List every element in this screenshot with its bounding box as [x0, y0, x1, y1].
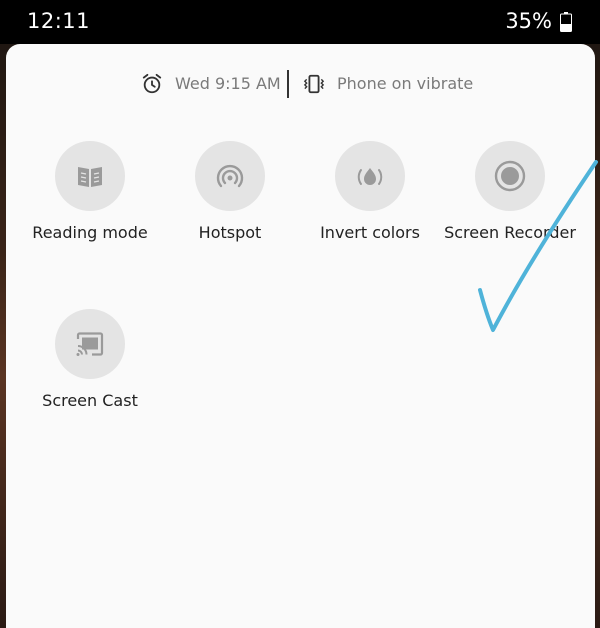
tile-label: Screen Cast [42, 391, 138, 410]
status-time: 12:11 [27, 9, 91, 33]
tile-reading-mode[interactable]: Reading mode [20, 141, 160, 261]
ringer-mode-text[interactable]: Phone on vibrate [337, 74, 473, 93]
vibrate-icon[interactable] [303, 73, 325, 95]
screen: 12:11 35% Wed 9:15 AM Phone on vibrate R… [0, 0, 600, 628]
tile-label: Reading mode [32, 223, 148, 242]
tile-label: Invert colors [320, 223, 420, 242]
quick-settings-panel: Wed 9:15 AM Phone on vibrate Reading mod… [6, 44, 595, 628]
tile-label: Screen Recorder [444, 223, 576, 242]
record-icon [494, 160, 526, 192]
info-divider [287, 70, 289, 98]
tile-reading-mode-button[interactable] [55, 141, 125, 211]
invert-colors-icon [357, 168, 383, 185]
tile-screen-cast-button[interactable] [55, 309, 125, 379]
info-row: Wed 9:15 AM Phone on vibrate [6, 70, 595, 100]
tile-invert-colors[interactable]: Invert colors [300, 141, 440, 261]
tile-screen-recorder[interactable]: Screen Recorder [440, 141, 580, 261]
tile-hotspot[interactable]: Hotspot [160, 141, 300, 261]
alarm-icon[interactable] [141, 73, 163, 95]
cast-icon [76, 332, 104, 356]
book-icon [78, 167, 102, 187]
tile-hotspot-button[interactable] [195, 141, 265, 211]
next-alarm-text[interactable]: Wed 9:15 AM [175, 74, 281, 93]
tile-invert-colors-button[interactable] [335, 141, 405, 211]
status-bar: 12:11 35% [0, 0, 600, 44]
tile-screen-recorder-button[interactable] [475, 141, 545, 211]
hotspot-icon [216, 164, 244, 188]
tile-screen-cast[interactable]: Screen Cast [20, 309, 160, 429]
tile-label: Hotspot [198, 223, 262, 242]
battery-icon [560, 12, 572, 32]
battery-percentage: 35% [505, 9, 552, 33]
